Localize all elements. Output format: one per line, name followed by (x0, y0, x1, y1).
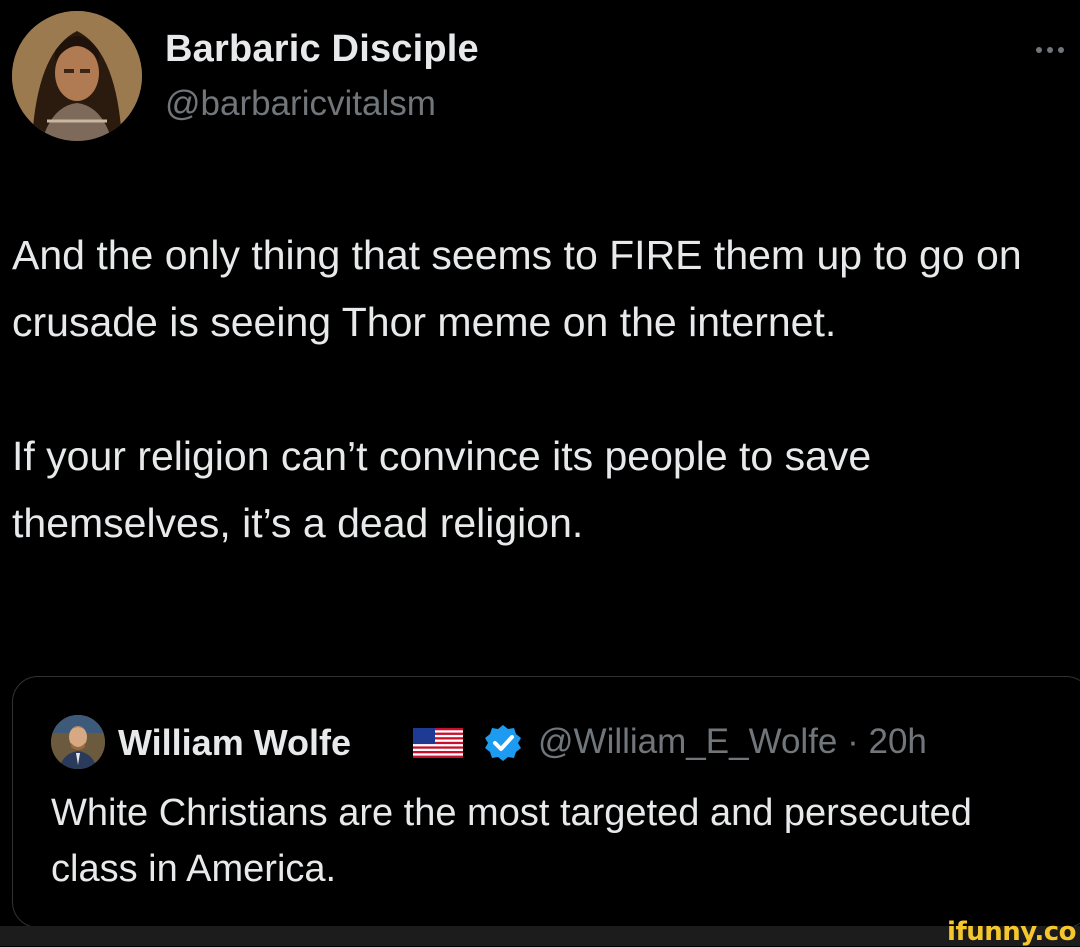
person-portrait-icon (51, 715, 105, 769)
more-options-icon[interactable] (1036, 40, 1076, 60)
author-name[interactable]: Barbaric Disciple (165, 28, 479, 71)
barbarian-portrait-icon (12, 11, 142, 141)
quoted-author-name[interactable]: William Wolfe (118, 722, 351, 764)
dot (1036, 47, 1042, 53)
ifunny-watermark: ifunny.co (947, 917, 1076, 947)
quoted-tweet-card[interactable]: William Wolfe @William_E_Wolfe · 20h Whi… (12, 676, 1080, 928)
bottom-bar (0, 926, 1080, 946)
quoted-tweet-text: White Christians are the most targeted a… (51, 792, 972, 890)
author-handle[interactable]: @barbaricvitalsm (165, 84, 436, 124)
verified-badge-icon (485, 725, 521, 761)
tweet-paragraph: And the only thing that seems to FIRE th… (12, 232, 1022, 345)
dot (1047, 47, 1053, 53)
dot (1058, 47, 1064, 53)
author-avatar[interactable] (12, 11, 142, 141)
tweet-text: And the only thing that seems to FIRE th… (12, 222, 1062, 557)
tweet-paragraph: If your religion can’t convince its peop… (12, 433, 872, 546)
quoted-handle-time[interactable]: @William_E_Wolfe · 20h (538, 722, 927, 762)
quoted-author-avatar[interactable] (51, 715, 105, 769)
us-flag-icon (413, 728, 463, 758)
